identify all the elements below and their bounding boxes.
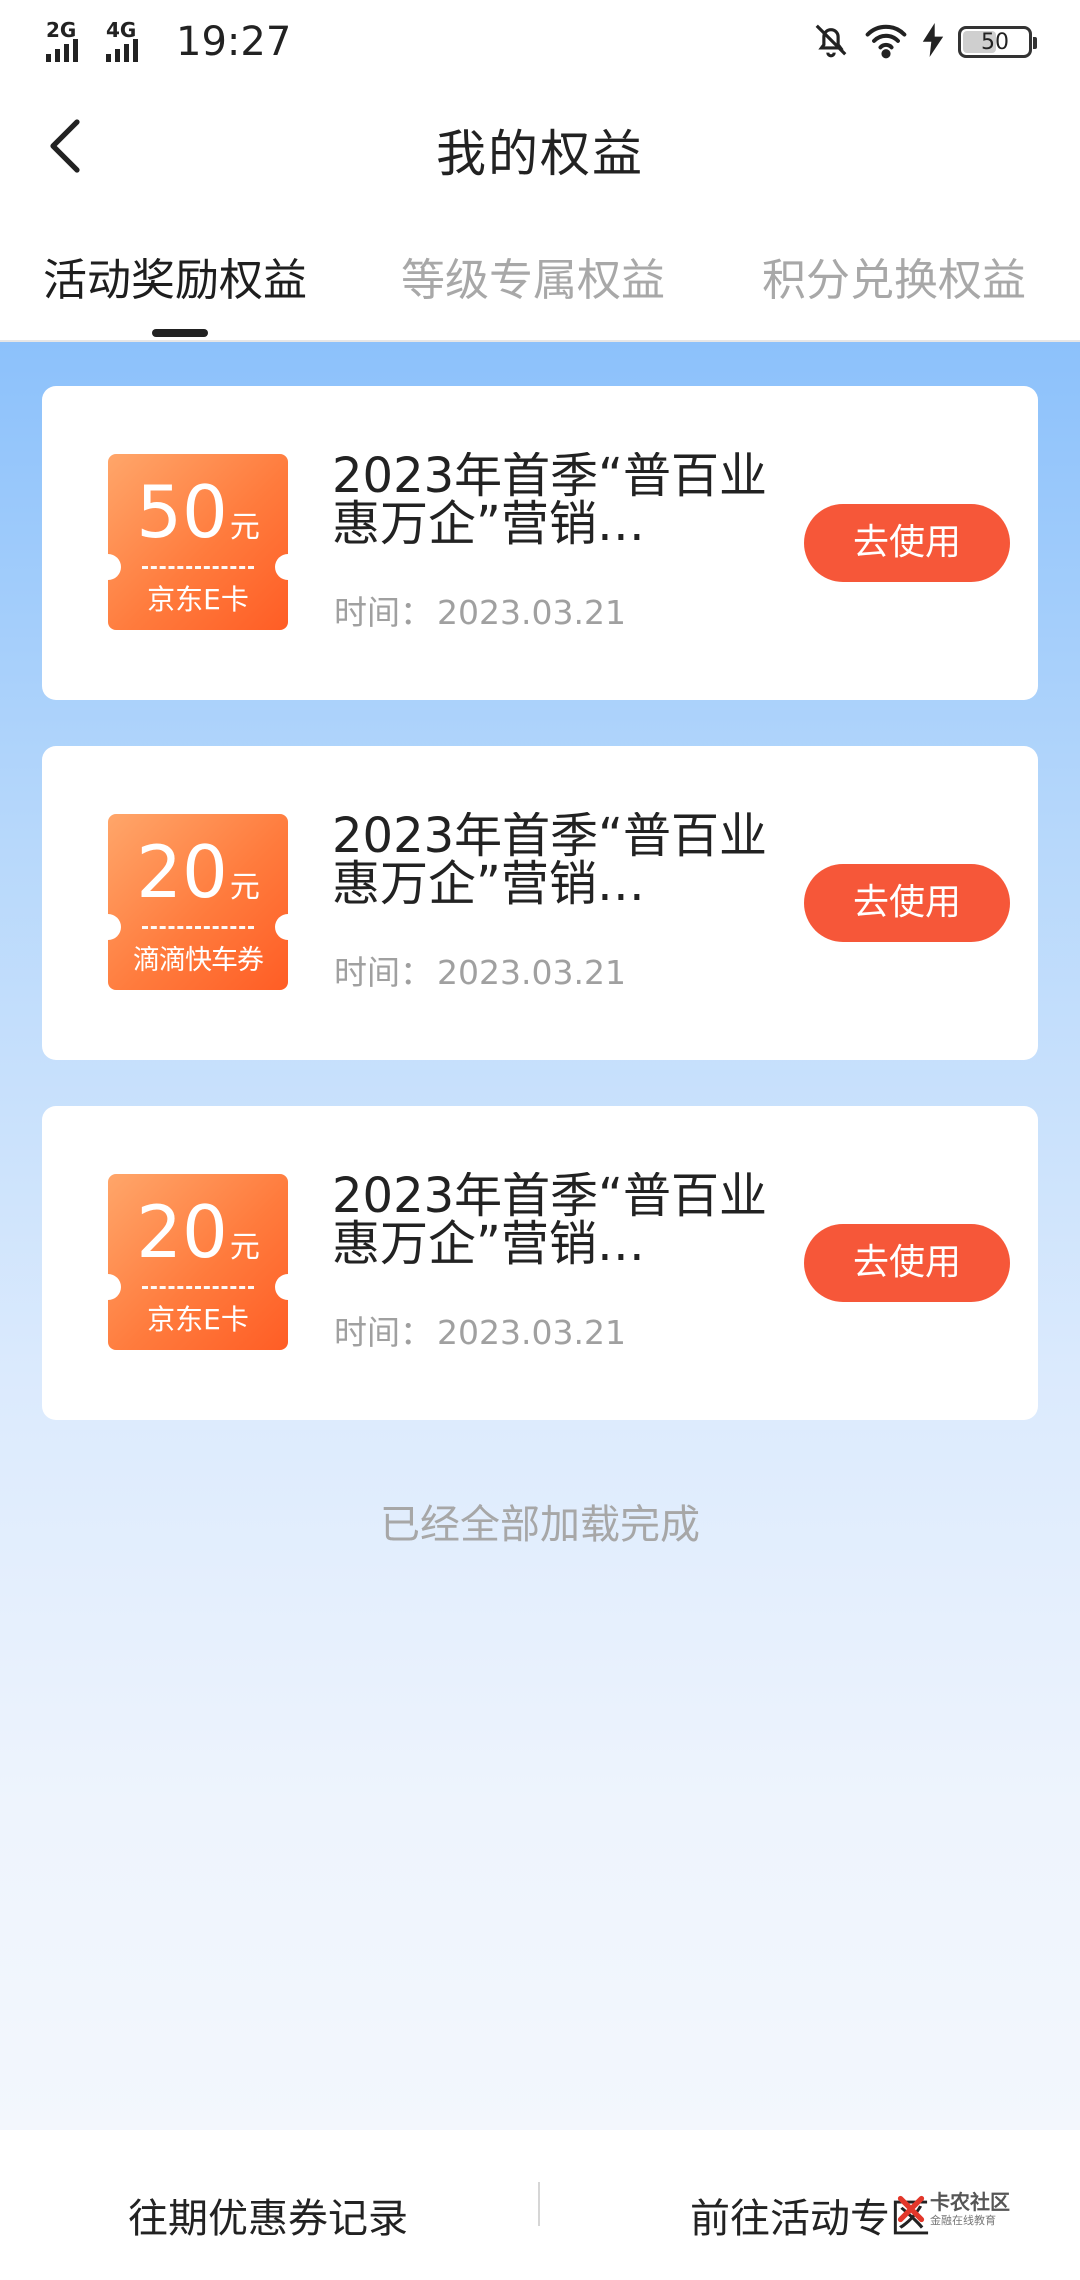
- use-button[interactable]: 去使用: [804, 1224, 1010, 1302]
- benefit-title: 2023年首季“普百业 惠万企”营销…: [332, 452, 768, 552]
- coupon-type: 京东E卡: [147, 1303, 249, 1336]
- benefit-time: 时间： 2023.03.21: [334, 593, 626, 632]
- bottom-divider: [538, 2182, 540, 2226]
- tab-activity-rewards[interactable]: 活动奖励权益: [43, 244, 307, 308]
- coupon-badge: 20元 京东E卡: [108, 1174, 288, 1350]
- bolt-icon: [922, 23, 944, 61]
- tab-bar: 活动奖励权益 等级专属权益 积分兑换权益: [0, 220, 1080, 340]
- status-time: 19:27: [176, 19, 292, 65]
- bell-off-icon: [812, 21, 850, 63]
- coupon-badge: 20元 滴滴快车券: [108, 814, 288, 990]
- bottom-bar: 往期优惠券记录 前往活动专区 卡农社区 金融在线教育: [0, 2130, 1080, 2280]
- wifi-icon: [864, 21, 908, 63]
- coupon-type: 滴滴快车券: [133, 945, 264, 976]
- page-title: 我的权益: [436, 125, 644, 183]
- battery-level: 50: [981, 29, 1009, 55]
- list-end-text: 已经全部加载完成: [380, 1502, 700, 1548]
- benefit-list: 50元 京东E卡 2023年首季“普百业 惠万企”营销… 时间： 2023.03.…: [0, 340, 1080, 2130]
- tab-level-exclusive[interactable]: 等级专属权益: [401, 244, 665, 308]
- benefit-time: 时间： 2023.03.21: [334, 953, 626, 992]
- watermark-main: 卡农社区: [930, 2190, 1010, 2214]
- signal-4g-icon: 4G: [106, 20, 154, 64]
- coupon-badge: 50元 京东E卡: [108, 454, 288, 630]
- benefit-card: 50元 京东E卡 2023年首季“普百业 惠万企”营销… 时间： 2023.03.…: [42, 386, 1038, 700]
- status-bar: 2G 4G 19:27 50: [0, 0, 1080, 84]
- network-type-1: 2G: [46, 18, 77, 42]
- coupon-amount: 50元: [136, 470, 260, 554]
- coupon-amount: 20元: [136, 1190, 260, 1274]
- network-type-2: 4G: [106, 18, 137, 42]
- signal-2g-icon: 2G: [46, 20, 94, 64]
- benefit-title: 2023年首季“普百业 惠万企”营销…: [332, 1172, 768, 1272]
- watermark: 卡农社区 金融在线教育: [896, 2192, 1010, 2226]
- past-coupons-link[interactable]: 往期优惠券记录: [128, 2186, 408, 2244]
- benefit-card: 20元 京东E卡 2023年首季“普百业 惠万企”营销… 时间： 2023.03.…: [42, 1106, 1038, 1420]
- battery-icon: 50: [958, 26, 1037, 58]
- use-button[interactable]: 去使用: [804, 864, 1010, 942]
- use-button[interactable]: 去使用: [804, 504, 1010, 582]
- benefit-title: 2023年首季“普百业 惠万企”营销…: [332, 812, 768, 912]
- tab-indicator: [152, 329, 208, 337]
- coupon-amount: 20元: [136, 830, 260, 914]
- tab-points-exchange[interactable]: 积分兑换权益: [762, 244, 1026, 308]
- header: 我的权益: [0, 84, 1080, 208]
- status-right: 50: [812, 21, 1037, 63]
- watermark-sub: 金融在线教育: [930, 2214, 996, 2227]
- activity-zone-link[interactable]: 前往活动专区: [690, 2186, 930, 2244]
- coupon-type: 京东E卡: [147, 583, 249, 616]
- status-left: 2G 4G 19:27: [46, 19, 291, 65]
- benefit-time: 时间： 2023.03.21: [334, 1313, 626, 1352]
- logo-icon: [897, 2195, 925, 2223]
- benefit-card: 20元 滴滴快车券 2023年首季“普百业 惠万企”营销… 时间： 2023.03…: [42, 746, 1038, 1060]
